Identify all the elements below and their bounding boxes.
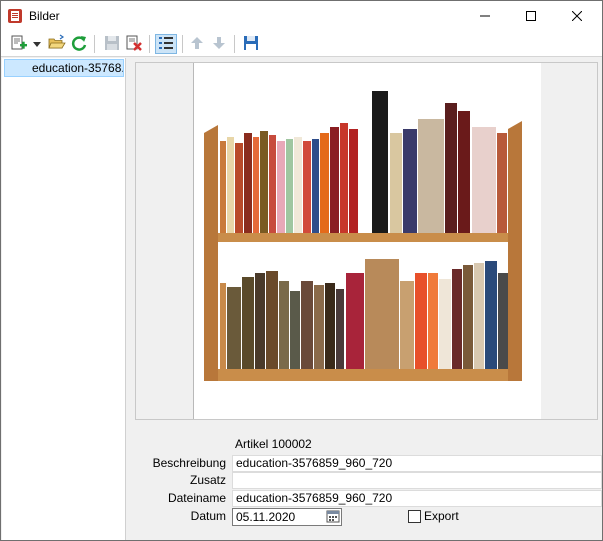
zusatz-field[interactable] — [232, 472, 602, 489]
move-down-button[interactable] — [209, 34, 229, 54]
export-save-button[interactable] — [241, 34, 261, 54]
bookshelf-image — [204, 91, 522, 381]
datum-row: Datum 05.11.2020 Export — [127, 508, 602, 526]
calendar-icon[interactable] — [326, 509, 340, 523]
window-title: Bilder — [29, 9, 60, 23]
close-button[interactable] — [554, 1, 600, 31]
document-list-icon — [7, 8, 23, 24]
minimize-icon — [480, 11, 490, 21]
maximize-icon — [526, 11, 536, 21]
toolbar-separator — [149, 35, 150, 53]
datum-label: Datum — [190, 509, 226, 523]
open-button[interactable] — [47, 34, 67, 54]
export-checkbox[interactable] — [408, 510, 421, 523]
minimize-button[interactable] — [462, 1, 508, 31]
save-icon — [104, 35, 120, 54]
dateiname-row: Dateiname education-3576859_960_720 — [127, 490, 602, 507]
beschreibung-field[interactable]: education-3576859_960_720 — [232, 455, 602, 472]
refresh-button[interactable] — [69, 34, 89, 54]
zusatz-row: Zusatz — [127, 472, 602, 489]
window: Bilder education-35768... Artikel 100002… — [0, 0, 603, 541]
artikel-row: Artikel 100002 — [127, 436, 602, 453]
list-view-button[interactable] — [155, 34, 177, 54]
close-icon — [572, 11, 582, 21]
arrow-up-icon — [189, 35, 205, 54]
toolbar — [1, 31, 602, 57]
list-item[interactable]: education-35768... — [4, 59, 124, 77]
save-button[interactable] — [102, 34, 122, 54]
image-preview-frame — [135, 62, 598, 420]
dateiname-field[interactable]: education-3576859_960_720 — [232, 490, 602, 507]
toolbar-separator — [234, 35, 235, 53]
beschreibung-row: Beschreibung education-3576859_960_720 — [127, 455, 602, 472]
new-icon — [10, 34, 28, 55]
new-dropdown-button[interactable] — [31, 34, 43, 54]
toolbar-separator — [94, 35, 95, 53]
image-list: education-35768... — [2, 58, 126, 540]
dateiname-label: Dateiname — [167, 491, 226, 505]
chevron-down-icon — [33, 37, 41, 51]
toolbar-separator — [182, 35, 183, 53]
delete-button[interactable] — [124, 34, 144, 54]
export-label: Export — [424, 509, 459, 523]
zusatz-label: Zusatz — [189, 473, 226, 487]
move-up-button[interactable] — [187, 34, 207, 54]
beschreibung-label: Beschreibung — [152, 456, 226, 470]
delete-icon — [125, 34, 143, 55]
new-button[interactable] — [9, 34, 29, 54]
maximize-button[interactable] — [508, 1, 554, 31]
refresh-icon — [70, 34, 88, 55]
image-preview[interactable] — [193, 63, 541, 419]
save-disk-icon — [243, 35, 259, 54]
list-item-label: education-35768... — [32, 61, 124, 75]
list-view-icon — [158, 35, 174, 54]
title-bar: Bilder — [1, 1, 602, 31]
detail-panel: Artikel 100002 Beschreibung education-35… — [127, 58, 602, 540]
open-folder-icon — [48, 34, 66, 55]
datum-value: 05.11.2020 — [236, 510, 296, 524]
artikel-label: Artikel 100002 — [235, 437, 312, 451]
arrow-down-icon — [211, 35, 227, 54]
